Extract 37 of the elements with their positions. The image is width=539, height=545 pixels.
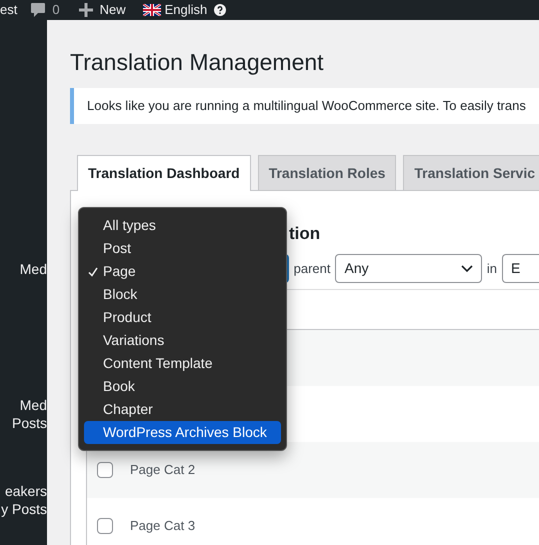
sidebar-menu-item[interactable]: Med [20, 260, 47, 278]
row-checkbox[interactable] [97, 462, 113, 478]
site-name-link[interactable]: est [0, 0, 18, 20]
dropdown-option[interactable]: Chapter [84, 398, 281, 421]
in-label: in [486, 260, 498, 278]
dropdown-option[interactable]: Variations [84, 329, 281, 352]
row-checkbox[interactable] [97, 518, 113, 534]
dropdown-option[interactable]: Post [84, 237, 281, 260]
tab[interactable]: Translation Roles [258, 155, 396, 190]
dropdown-option[interactable]: All types [84, 214, 281, 237]
notice-text: Looks like you are running a multilingual WooCommerce site. To easily trans [87, 97, 526, 116]
row-title: Page Cat 2 [130, 461, 196, 480]
dropdown-option[interactable]: Content Template [84, 352, 281, 375]
sidebar-menu-item[interactable]: Med Posts [12, 396, 47, 432]
flag-icon [142, 4, 161, 16]
comment-icon [30, 2, 46, 18]
dropdown-option[interactable]: Product [84, 306, 281, 329]
plus-icon [78, 3, 93, 17]
sidebar-menu-item[interactable]: eakers y Posts [1, 482, 47, 518]
parent-select[interactable]: Any [335, 254, 482, 283]
comments-link[interactable]: 0 [30, 0, 60, 20]
row-title: Page Cat 3 [130, 517, 196, 536]
new-content-link[interactable]: New [78, 0, 126, 20]
tab[interactable]: Translation Dashboard [77, 155, 251, 191]
help-icon [214, 4, 226, 16]
language-switcher[interactable]: English [142, 0, 226, 20]
parent-label: parent [294, 260, 330, 278]
dropdown-option[interactable]: Page [84, 260, 281, 283]
tab[interactable]: Translation Servic [403, 155, 539, 190]
checkmark-icon [88, 267, 98, 278]
dropdown-option[interactable]: Book [84, 375, 281, 398]
section-heading: tion [289, 223, 322, 245]
dropdown-option[interactable]: Block [84, 283, 281, 306]
dropdown-option[interactable]: WordPress Archives Block [84, 421, 281, 444]
page-title: Translation Management [70, 48, 325, 77]
chevron-down-icon [460, 264, 473, 272]
language-select[interactable]: E [502, 254, 539, 283]
